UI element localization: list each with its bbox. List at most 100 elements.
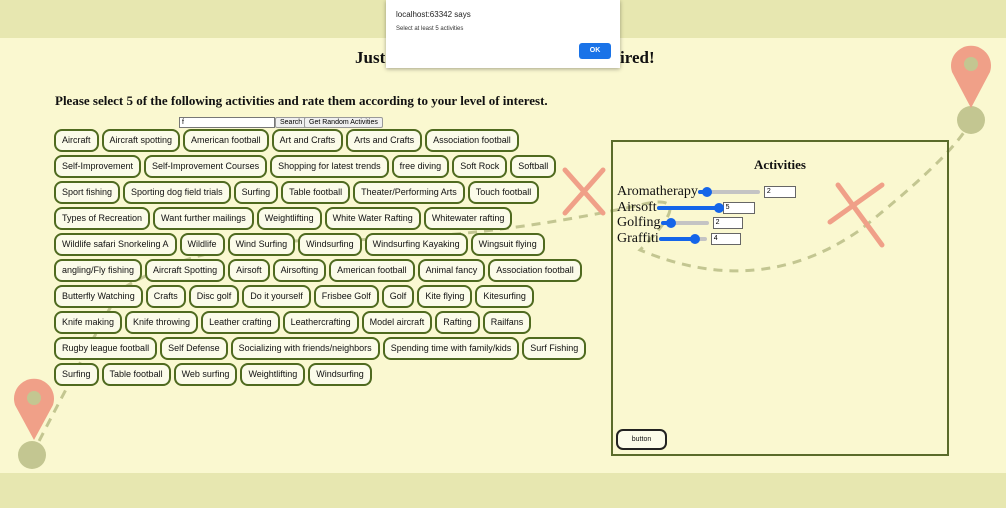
- panel-title: Activities: [754, 157, 806, 172]
- activity-button[interactable]: Association football: [488, 259, 582, 282]
- slider-thumb[interactable]: [689, 234, 700, 244]
- activity-button[interactable]: free diving: [391, 155, 450, 178]
- activity-button[interactable]: Socializing with friends/neighbors: [230, 337, 380, 360]
- activity-button[interactable]: Self-Improvement: [54, 155, 142, 178]
- activity-button[interactable]: Animal fancy: [417, 259, 486, 282]
- activity-button[interactable]: Sporting dog field trials: [123, 181, 231, 204]
- activity-button[interactable]: Do it yourself: [242, 285, 311, 308]
- dialog-ok-button[interactable]: OK: [579, 43, 611, 59]
- rating-number-input[interactable]: 4: [710, 233, 741, 245]
- activity-button[interactable]: Self-Improvement Courses: [144, 155, 268, 178]
- activity-button[interactable]: Theater/Performing Arts: [353, 181, 465, 204]
- activity-button[interactable]: Knife throwing: [125, 311, 199, 334]
- activity-button[interactable]: Kite flying: [417, 285, 473, 308]
- slider-fill: [656, 206, 719, 210]
- activity-button[interactable]: Wildlife: [179, 233, 225, 256]
- activity-button[interactable]: Windsurfing: [308, 363, 372, 386]
- activity-row: angling/Fly fishing Aircraft Spotting Airs…: [54, 259, 582, 282]
- activity-button[interactable]: Leather crafting: [201, 311, 280, 334]
- activity-button[interactable]: Knife making: [54, 311, 123, 334]
- rating-number-input[interactable]: 5: [722, 202, 755, 214]
- rating-activity-name: Aromatherapy: [617, 184, 698, 199]
- activity-button[interactable]: Sport fishing: [54, 181, 121, 204]
- activity-button[interactable]: Windsurfing Kayaking: [364, 233, 468, 256]
- activity-button[interactable]: Surfing: [54, 363, 99, 386]
- activity-button[interactable]: Association football: [425, 129, 519, 152]
- rating-slider[interactable]: [656, 201, 724, 215]
- activity-button[interactable]: Shopping for latest trends: [270, 155, 389, 178]
- activity-button[interactable]: Airsoft: [228, 259, 270, 282]
- activity-button[interactable]: Arts and Crafts: [346, 129, 423, 152]
- activity-button[interactable]: Rugby league football: [54, 337, 158, 360]
- slider-thumb[interactable]: [713, 203, 724, 213]
- activity-button[interactable]: Wingsuit flying: [470, 233, 545, 256]
- activity-button[interactable]: angling/Fly fishing: [54, 259, 143, 282]
- search-button[interactable]: Search: [275, 117, 308, 128]
- activity-row: Self-Improvement Self-Improvement Courses…: [54, 155, 557, 178]
- slider-thumb[interactable]: [665, 218, 676, 228]
- activity-button[interactable]: Leathercrafting: [282, 311, 359, 334]
- activity-button[interactable]: Frisbee Golf: [313, 285, 379, 308]
- activity-button[interactable]: Art and Crafts: [271, 129, 344, 152]
- activity-row: Wildlife safari Snorkeling A Wildlife Wind…: [54, 233, 554, 256]
- activity-row: Rugby league football Self Defense Sociali…: [54, 337, 587, 360]
- activity-row: Types of Recreation Want further mailings…: [54, 207, 554, 230]
- rating-slider[interactable]: [660, 216, 709, 230]
- activity-row: Knife making Knife throwing Leather crafti…: [54, 311, 554, 334]
- activity-button[interactable]: Airsofting: [272, 259, 327, 282]
- activity-button[interactable]: Model aircraft: [361, 311, 433, 334]
- activity-button[interactable]: Table football: [281, 181, 351, 204]
- activity-button[interactable]: Golf: [381, 285, 415, 308]
- activity-button[interactable]: Aircraft spotting: [101, 129, 181, 152]
- activity-button[interactable]: Whitewater rafting: [423, 207, 513, 230]
- activity-button[interactable]: White Water Rafting: [324, 207, 421, 230]
- activity-list: Aircraft Aircraft spotting American footba…: [54, 129, 587, 389]
- rating-row: Golfing 2: [617, 216, 743, 230]
- activity-button[interactable]: Disc golf: [188, 285, 240, 308]
- rating-number-input[interactable]: 2: [712, 217, 743, 229]
- activity-button[interactable]: Spending time with family/kids: [382, 337, 520, 360]
- rating-activity-name: Graffiti: [617, 231, 659, 246]
- activity-button[interactable]: Wildlife safari Snorkeling A: [54, 233, 177, 256]
- activity-button[interactable]: Wind Surfing: [227, 233, 296, 256]
- x-mark-left: [562, 167, 606, 216]
- page-title-left: Just: [355, 48, 386, 67]
- rating-number-input[interactable]: 2: [763, 186, 796, 198]
- activity-button[interactable]: Touch football: [467, 181, 540, 204]
- alert-dialog: localhost:63342 says Select at least 5 a…: [386, 0, 620, 68]
- activity-button[interactable]: Kitesurfing: [475, 285, 534, 308]
- activity-button[interactable]: Weightlifting: [240, 363, 306, 386]
- activity-button[interactable]: American football: [183, 129, 269, 152]
- activity-button[interactable]: Self Defense: [160, 337, 228, 360]
- activity-button[interactable]: Butterfly Watching: [54, 285, 143, 308]
- rating-row: Airsoft 5: [617, 201, 755, 215]
- activity-button[interactable]: Crafts: [145, 285, 186, 308]
- rating-slider[interactable]: [697, 185, 760, 199]
- activity-button[interactable]: Windsurfing: [298, 233, 362, 256]
- panel-button[interactable]: button: [616, 429, 667, 450]
- activity-button[interactable]: Table football: [101, 363, 171, 386]
- activity-button[interactable]: Surf Fishing: [522, 337, 587, 360]
- activity-button[interactable]: Want further mailings: [153, 207, 254, 230]
- map-pin-bottom-left: [13, 378, 55, 469]
- activity-button[interactable]: Softball: [510, 155, 557, 178]
- rating-activity-name: Golfing: [617, 215, 661, 230]
- map-pin-top-right: [951, 45, 992, 134]
- dialog-title: localhost:63342 says: [396, 10, 471, 19]
- activity-button[interactable]: Weightlifting: [256, 207, 322, 230]
- random-activities-button[interactable]: Get Random Activities: [304, 117, 383, 128]
- activity-button[interactable]: Soft Rock: [452, 155, 508, 178]
- activity-row: Aircraft Aircraft spotting American footba…: [54, 129, 554, 152]
- slider-thumb[interactable]: [701, 187, 712, 197]
- activity-button[interactable]: Web surfing: [173, 363, 238, 386]
- activity-button[interactable]: Rafting: [435, 311, 480, 334]
- activity-button[interactable]: American football: [329, 259, 415, 282]
- bottom-band: [0, 473, 1006, 508]
- activity-button[interactable]: Aircraft: [54, 129, 99, 152]
- activity-button[interactable]: Types of Recreation: [54, 207, 151, 230]
- activity-button[interactable]: Railfans: [482, 311, 532, 334]
- activity-button[interactable]: Surfing: [233, 181, 279, 204]
- rating-slider[interactable]: [658, 232, 707, 246]
- search-input[interactable]: f: [179, 117, 275, 128]
- activity-button[interactable]: Aircraft Spotting: [145, 259, 226, 282]
